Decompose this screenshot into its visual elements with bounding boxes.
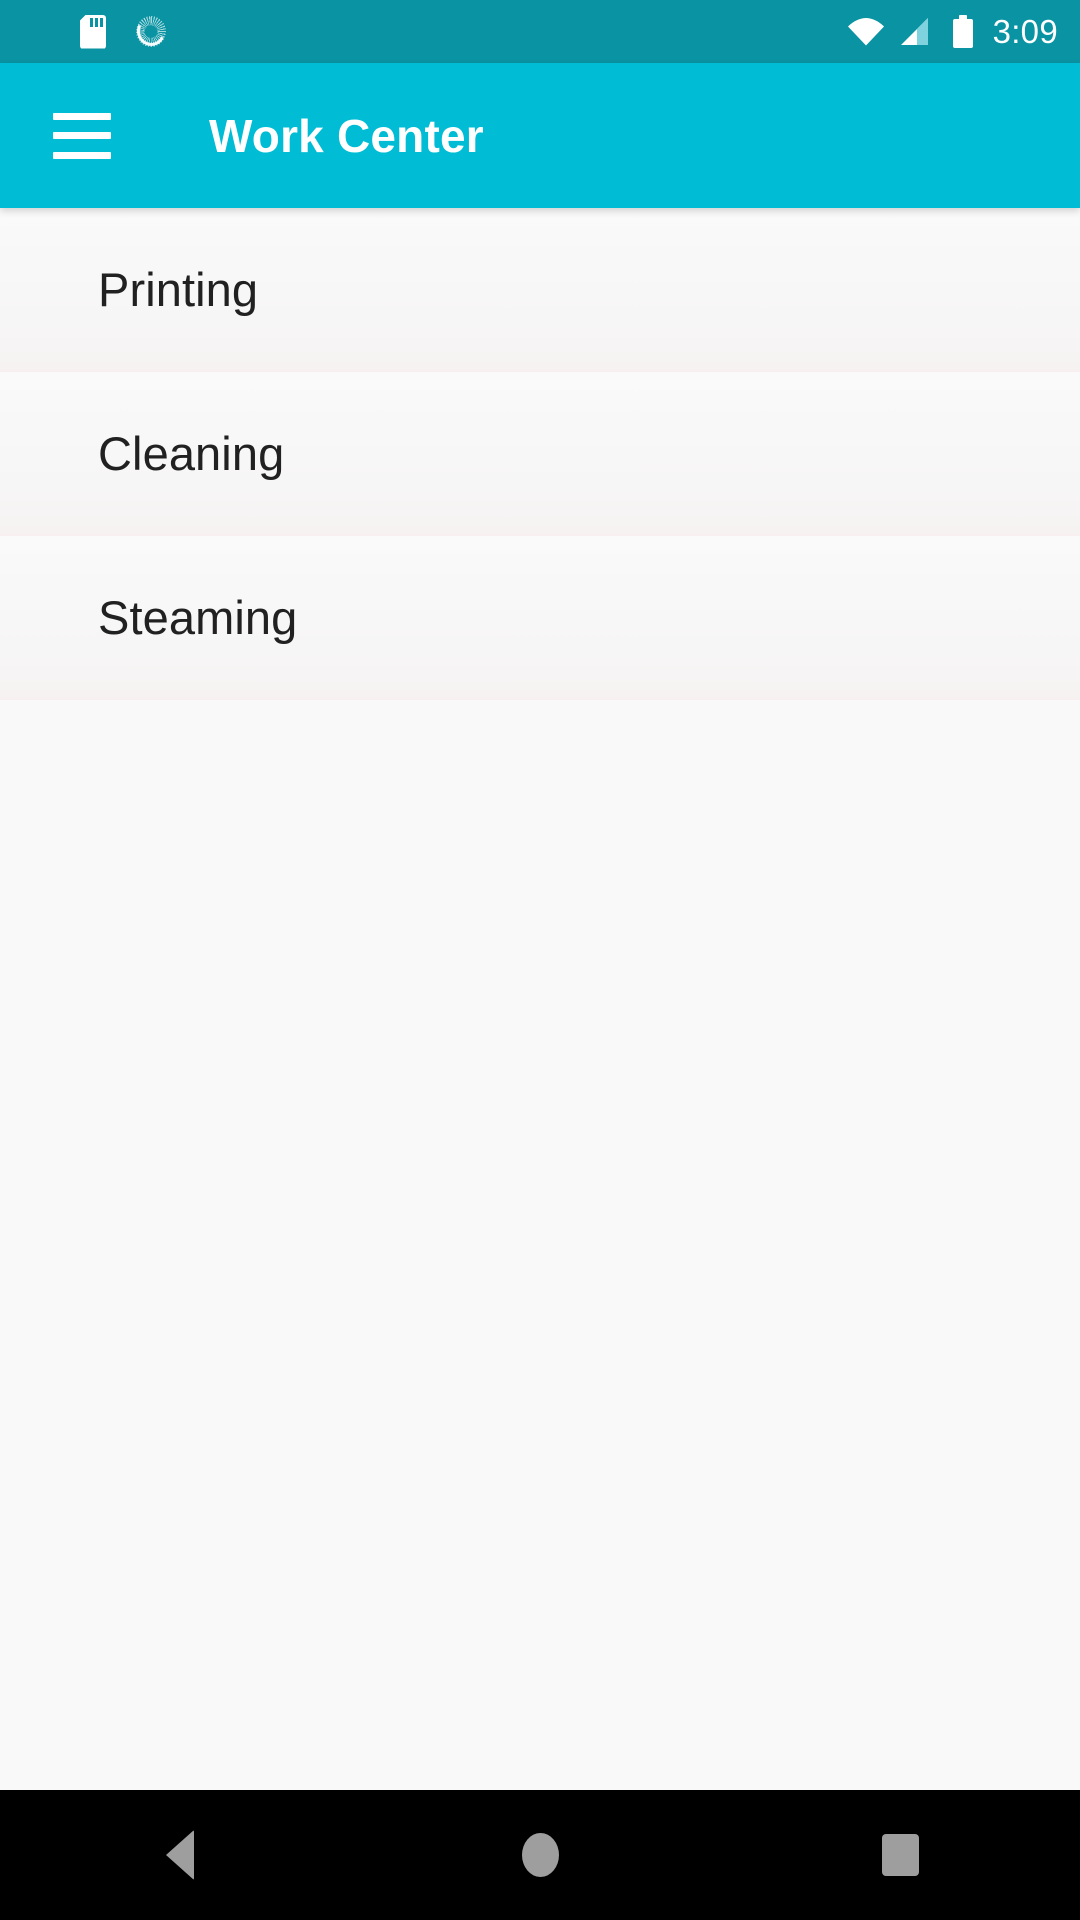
work-center-list: Printing Cleaning Steaming <box>0 208 1080 700</box>
hamburger-menu-icon[interactable] <box>53 112 111 159</box>
list-item-cleaning[interactable]: Cleaning <box>0 372 1080 536</box>
sync-icon <box>132 13 170 50</box>
empty-content-area <box>0 700 1080 1790</box>
page-title: Work Center <box>209 109 484 162</box>
status-bar-right-icons: 3:09 <box>847 15 1058 48</box>
status-bar: 3:09 <box>0 0 1080 63</box>
sd-card-icon <box>80 14 106 49</box>
phone-screen: 3:09 Work Center Printing Cleaning Steam… <box>0 0 1080 1920</box>
battery-icon <box>952 15 973 48</box>
status-bar-left-icons <box>80 13 170 50</box>
back-button[interactable] <box>90 1790 270 1920</box>
list-item-label: Steaming <box>98 590 298 644</box>
system-navigation-bar <box>0 1790 1080 1920</box>
recents-button[interactable] <box>810 1790 990 1920</box>
list-item-steaming[interactable]: Steaming <box>0 536 1080 700</box>
list-item-label: Cleaning <box>98 426 285 480</box>
square-icon <box>881 1834 919 1876</box>
home-button[interactable] <box>450 1790 630 1920</box>
list-item-label: Printing <box>98 262 259 316</box>
wifi-icon <box>847 17 884 45</box>
triangle-left-icon <box>166 1830 194 1880</box>
app-bar: Work Center <box>0 63 1080 208</box>
list-item-printing[interactable]: Printing <box>0 208 1080 372</box>
status-bar-clock: 3:09 <box>992 13 1058 50</box>
circle-icon <box>521 1833 559 1877</box>
cellular-signal-icon <box>900 17 928 45</box>
